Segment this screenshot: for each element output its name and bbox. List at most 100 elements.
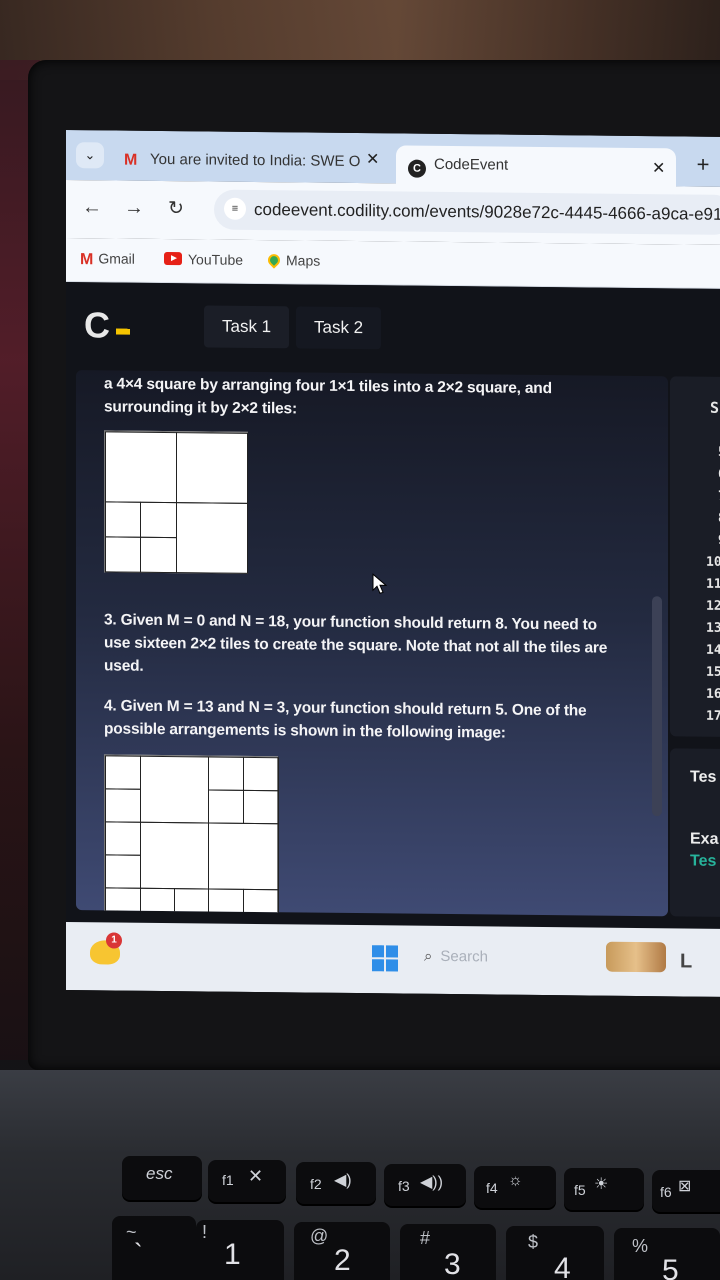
tile-1x1 bbox=[243, 756, 279, 792]
new-tab-plus-icon[interactable]: + bbox=[688, 151, 718, 181]
tile-1x1 bbox=[140, 501, 177, 539]
gmail-icon: M bbox=[80, 251, 93, 269]
tab-gmail-invite[interactable]: M You are invited to India: SWE O bbox=[114, 139, 386, 184]
key-label: f6 bbox=[660, 1184, 672, 1200]
f2-key[interactable]: f2 ◀) bbox=[296, 1162, 376, 1204]
f5-key[interactable]: f5 ☀ bbox=[564, 1168, 644, 1210]
tile-1x1 bbox=[243, 888, 279, 917]
backtick-key[interactable]: ~ ` bbox=[112, 1216, 196, 1280]
windows-start-icon[interactable] bbox=[372, 945, 398, 972]
tab-search-chevron-icon[interactable]: ⌄ bbox=[76, 142, 104, 169]
tile-1x1 bbox=[105, 755, 141, 790]
key-main-label: 1 bbox=[224, 1238, 241, 1271]
bookmark-label: YouTube bbox=[188, 251, 244, 268]
key-label: f4 bbox=[486, 1180, 498, 1196]
task-description-panel: a 4×4 square by arranging four 1×1 tiles… bbox=[76, 370, 668, 917]
taskbar-app-icon[interactable] bbox=[606, 941, 666, 973]
tab-task-1[interactable]: Task 1 bbox=[204, 305, 290, 349]
tests-link[interactable]: Tes bbox=[690, 853, 716, 871]
tile-1x1 bbox=[105, 887, 141, 916]
bookmarks-bar: M Gmail YouTube Maps bbox=[66, 238, 720, 289]
laptop-keyboard: esc f1 ✕ f2 ◀) f3 ◀)) f4 ☼ f5 ☀ f6 ⊠ ~ ` bbox=[0, 1070, 720, 1280]
forward-arrow-icon[interactable]: → bbox=[124, 197, 144, 220]
tile-2x2 bbox=[105, 431, 177, 504]
taskbar-search[interactable]: ⌕ Search bbox=[424, 948, 488, 966]
key-shift-label: ! bbox=[202, 1222, 208, 1242]
maps-pin-icon bbox=[265, 251, 283, 269]
mute-mic-icon: ✕ bbox=[248, 1166, 264, 1186]
key-main-label: ` bbox=[134, 1238, 143, 1268]
f3-key[interactable]: f3 ◀)) bbox=[384, 1164, 466, 1206]
editor-header: S bbox=[710, 398, 720, 417]
tile-2x2 bbox=[176, 432, 248, 504]
codility-icon: C bbox=[408, 159, 426, 178]
taskbar-app-l-icon[interactable]: L bbox=[680, 950, 692, 973]
tile-2x2 bbox=[208, 822, 279, 891]
key-4[interactable]: $ 4 bbox=[506, 1226, 604, 1280]
key-5[interactable]: % 5 bbox=[614, 1228, 720, 1280]
key-main-label: 3 bbox=[444, 1248, 461, 1280]
description-paragraph: a 4×4 square by arranging four 1×1 tiles… bbox=[104, 375, 552, 418]
codility-logo[interactable]: C bbox=[84, 304, 110, 346]
code-editor-panel[interactable]: S 5 6 7 8 9 10 11 12 13 14 15 16 17 bbox=[670, 376, 720, 737]
f4-key[interactable]: f4 ☼ bbox=[474, 1166, 556, 1208]
tile-1x1 bbox=[105, 854, 141, 889]
address-bar[interactable]: ≡ codeevent.codility.com/events/9028e72c… bbox=[214, 189, 720, 235]
tests-panel-title: Tes bbox=[690, 768, 717, 786]
bookmark-gmail[interactable]: M Gmail bbox=[80, 250, 135, 270]
bookmark-label: Gmail bbox=[98, 250, 135, 267]
f6-key[interactable]: f6 ⊠ bbox=[652, 1170, 720, 1212]
browser-tab-bar: ⌄ M You are invited to India: SWE O ✕ C Co… bbox=[66, 130, 720, 189]
f1-key[interactable]: f1 ✕ bbox=[208, 1160, 286, 1202]
description-scrollbar[interactable] bbox=[652, 596, 662, 817]
url-text: codeevent.codility.com/events/9028e72c-4… bbox=[254, 199, 720, 224]
tile-1x1 bbox=[105, 536, 141, 573]
tile-arrangement-figure-2 bbox=[104, 754, 279, 917]
key-2[interactable]: @ 2 bbox=[294, 1222, 390, 1280]
key-shift-label: $ bbox=[528, 1232, 539, 1252]
line-number: 11 bbox=[706, 576, 720, 592]
key-main-label: 4 bbox=[554, 1252, 571, 1280]
key-label: esc bbox=[146, 1164, 173, 1183]
key-shift-label: % bbox=[632, 1236, 649, 1256]
tile-1x1 bbox=[105, 788, 141, 823]
browser-toolbar: ← → ↻ ≡ codeevent.codility.com/events/90… bbox=[66, 180, 720, 245]
photo-scene: ⌄ M You are invited to India: SWE O ✕ C Co… bbox=[0, 0, 720, 1280]
example-tests-label: Exa bbox=[690, 830, 719, 848]
key-3[interactable]: # 3 bbox=[400, 1224, 496, 1280]
windows-taskbar: 1 ⌕ Search L bbox=[66, 922, 720, 997]
brightness-up-icon: ☀ bbox=[594, 1176, 609, 1193]
key-shift-label: # bbox=[420, 1228, 431, 1248]
line-number: 17 bbox=[706, 708, 720, 724]
line-number: 12 bbox=[706, 598, 720, 614]
tests-panel: Tes Exa Tes bbox=[670, 748, 720, 917]
tab-title: CodeEvent bbox=[434, 155, 509, 174]
esc-key[interactable]: esc bbox=[122, 1156, 202, 1200]
brightness-down-icon: ☼ bbox=[508, 1172, 523, 1189]
bookmark-maps[interactable]: Maps bbox=[265, 251, 320, 269]
tile-1x1 bbox=[140, 887, 175, 917]
close-tab-icon[interactable]: ✕ bbox=[652, 158, 665, 178]
site-settings-icon[interactable]: ≡ bbox=[224, 197, 246, 220]
tab-task-2[interactable]: Task 2 bbox=[296, 306, 382, 350]
key-label: f1 bbox=[222, 1172, 234, 1188]
search-icon: ⌕ bbox=[424, 947, 433, 965]
bookmark-youtube[interactable]: YouTube bbox=[164, 251, 243, 268]
key-label: f5 bbox=[574, 1182, 586, 1198]
line-number: 16 bbox=[706, 686, 720, 702]
line-number: 13 bbox=[706, 620, 720, 636]
tile-2x2 bbox=[140, 821, 209, 890]
key-1[interactable]: ! 1 bbox=[196, 1220, 284, 1280]
key-label: f3 bbox=[398, 1178, 410, 1194]
line-number: 14 bbox=[706, 642, 720, 658]
back-arrow-icon[interactable]: ← bbox=[82, 196, 102, 219]
reload-icon[interactable]: ↻ bbox=[168, 197, 184, 220]
key-shift-label: @ bbox=[310, 1226, 329, 1246]
tab-codeevent[interactable]: C CodeEvent bbox=[396, 145, 676, 189]
close-tab-icon[interactable]: ✕ bbox=[366, 149, 379, 169]
tile-1x1 bbox=[105, 821, 141, 856]
key-main-label: 2 bbox=[334, 1244, 351, 1277]
tile-1x1 bbox=[243, 789, 279, 825]
tile-1x1 bbox=[174, 888, 209, 917]
tab-title: You are invited to India: SWE O bbox=[150, 150, 361, 171]
